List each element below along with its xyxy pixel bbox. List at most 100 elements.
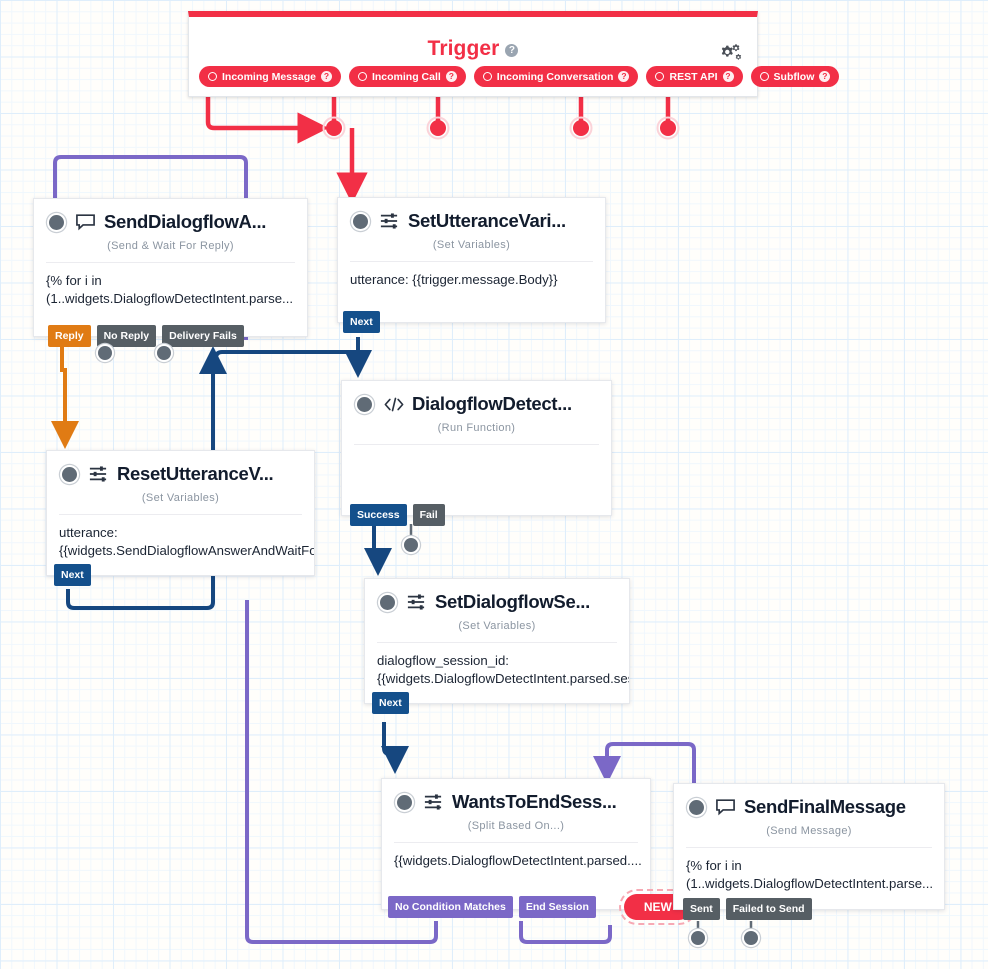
node-header: SendDialogflowA...: [34, 199, 307, 233]
endpoint-delivery-fails[interactable]: [157, 346, 171, 360]
trigger-port-label: Incoming Conversation: [496, 70, 614, 83]
code-icon: [383, 395, 405, 413]
node-title: SetUtteranceVari...: [408, 210, 566, 231]
port-success[interactable]: Success: [350, 504, 407, 526]
node-body: utterance: {{widgets.SendDialogflowAnswe…: [59, 525, 314, 558]
flow-canvas[interactable]: Trigger? Incoming Message ? Incoming Cal…: [0, 0, 988, 969]
node-subtitle: (Run Function): [437, 422, 516, 434]
trigger-wire-incoming-message: [205, 97, 368, 204]
node-ports: Sent Failed to Send: [683, 898, 812, 920]
chat-bubble-icon: [75, 213, 97, 231]
node-handle[interactable]: [397, 794, 412, 810]
node-body: {% for i in (1..widgets.DialogflowDetect…: [46, 273, 294, 306]
cogs-icon[interactable]: [719, 42, 743, 66]
port-reply[interactable]: Reply: [48, 325, 91, 347]
node-handle[interactable]: [689, 799, 704, 815]
node-handle[interactable]: [353, 213, 368, 229]
help-icon[interactable]: ?: [618, 71, 630, 82]
circle-icon: [759, 72, 769, 81]
widget-send-final-message[interactable]: SendFinalMessage (Send Message) {% for i…: [673, 783, 945, 920]
node-ports: Next: [54, 564, 91, 586]
node-body: [342, 445, 611, 454]
node-subtitle: (Set Variables): [458, 620, 536, 632]
node-title: ResetUtteranceV...: [117, 463, 274, 484]
node-body: {{widgets.DialogflowDetectIntent.parsed.…: [394, 853, 642, 868]
widget-set-dialogflow-session[interactable]: SetDialogflowSe... (Set Variables) dialo…: [364, 578, 630, 714]
node-handle[interactable]: [49, 214, 64, 230]
widget-dialogflow-detect-intent[interactable]: DialogflowDetect... (Run Function) Succe…: [341, 380, 612, 526]
node-header: SetUtteranceVari...: [338, 198, 605, 232]
node-title: SetDialogflowSe...: [435, 591, 590, 612]
help-icon[interactable]: ?: [722, 71, 734, 82]
help-icon[interactable]: ?: [505, 44, 519, 57]
port-fail[interactable]: Fail: [412, 504, 445, 526]
node-body: dialogflow_session_id: {{widgets.Dialogf…: [377, 653, 629, 686]
port-no-condition-matches[interactable]: No Condition Matches: [388, 896, 513, 918]
trigger-port-label: Incoming Call: [371, 70, 441, 83]
help-icon[interactable]: ?: [819, 71, 831, 82]
node-ports: Next: [343, 311, 380, 333]
trigger-title-text: Trigger: [427, 37, 500, 60]
port-end-session[interactable]: End Session: [518, 896, 596, 918]
trigger-port-incoming-call[interactable]: Incoming Call ?: [348, 66, 466, 87]
trigger-title: Trigger?: [189, 37, 757, 61]
node-header: SendFinalMessage: [674, 784, 944, 818]
node-subtitle: (Set Variables): [141, 492, 220, 504]
node-subtitle: (Send Message): [766, 825, 852, 837]
trigger-port-subflow[interactable]: Subflow ?: [750, 66, 840, 87]
help-icon[interactable]: ?: [445, 71, 457, 82]
node-header: ResetUtteranceV...: [47, 451, 314, 485]
node-body: utterance: {{trigger.message.Body}}: [350, 272, 558, 287]
node-handle[interactable]: [380, 594, 395, 610]
trigger-ports: Incoming Message ? Incoming Call ? Incom…: [199, 66, 840, 87]
node-title: DialogflowDetect...: [412, 393, 572, 414]
node-title: SendDialogflowA...: [104, 211, 267, 232]
set-variables-icon: [379, 212, 401, 230]
wire-end-session: [519, 921, 612, 944]
node-header: SetDialogflowSe...: [365, 579, 629, 613]
help-icon[interactable]: ?: [320, 71, 332, 82]
trigger-port-label: REST API: [669, 70, 718, 83]
widget-wants-to-end-session[interactable]: WantsToEndSess... (Split Based On...) {{…: [381, 778, 697, 925]
trigger-wire-rest-api: [656, 97, 680, 140]
node-subtitle: (Set Variables): [432, 239, 511, 251]
node-header: WantsToEndSess...: [382, 779, 650, 813]
widget-send-dialogflow-answer[interactable]: SendDialogflowA... (Send & Wait For Repl…: [33, 198, 308, 347]
node-body: {% for i in (1..widgets.DialogflowDetect…: [686, 858, 934, 891]
node-header: DialogflowDetect...: [342, 381, 611, 415]
trigger-port-label: Subflow: [773, 70, 815, 83]
circle-icon: [655, 72, 665, 81]
trigger-port-rest-api[interactable]: REST API ?: [646, 66, 743, 87]
trigger-wire-incoming-call: [426, 97, 450, 140]
port-delivery-fails[interactable]: Delivery Fails: [162, 325, 244, 347]
node-subtitle: (Split Based On...): [467, 820, 565, 832]
set-variables-icon: [406, 593, 428, 611]
port-next[interactable]: Next: [343, 311, 380, 333]
trigger-wire-incoming-conversation: [569, 97, 593, 140]
node-ports: Reply No Reply Delivery Fails: [48, 325, 244, 347]
node-handle[interactable]: [357, 396, 372, 412]
chat-bubble-icon: [715, 798, 737, 816]
port-sent[interactable]: Sent: [683, 898, 720, 920]
wire-set-session-next: [381, 722, 409, 774]
trigger-port-incoming-conversation[interactable]: Incoming Conversation ?: [473, 66, 639, 87]
widget-reset-utterance-variables[interactable]: ResetUtteranceV... (Set Variables) utter…: [46, 450, 315, 586]
endpoint-sent[interactable]: [691, 931, 705, 945]
trigger-node[interactable]: Trigger? Incoming Message ? Incoming Cal…: [188, 11, 840, 97]
set-variables-icon: [88, 465, 110, 483]
node-ports: Next: [372, 692, 409, 714]
widget-set-utterance-variables[interactable]: SetUtteranceVari... (Set Variables) utte…: [337, 197, 606, 333]
node-ports: No Condition Matches End Session NEW: [388, 889, 697, 925]
port-next[interactable]: Next: [54, 564, 91, 586]
port-next[interactable]: Next: [372, 692, 409, 714]
circle-icon: [357, 72, 367, 81]
trigger-port-label: Incoming Message: [222, 70, 316, 83]
endpoint-fail[interactable]: [404, 538, 418, 552]
port-no-reply[interactable]: No Reply: [96, 325, 157, 347]
set-variables-icon: [423, 793, 445, 811]
endpoint-no-reply[interactable]: [98, 346, 112, 360]
port-failed-to-send[interactable]: Failed to Send: [725, 898, 812, 920]
node-handle[interactable]: [62, 466, 77, 482]
endpoint-failed-to-send[interactable]: [744, 931, 758, 945]
trigger-port-incoming-message[interactable]: Incoming Message ?: [199, 66, 341, 87]
